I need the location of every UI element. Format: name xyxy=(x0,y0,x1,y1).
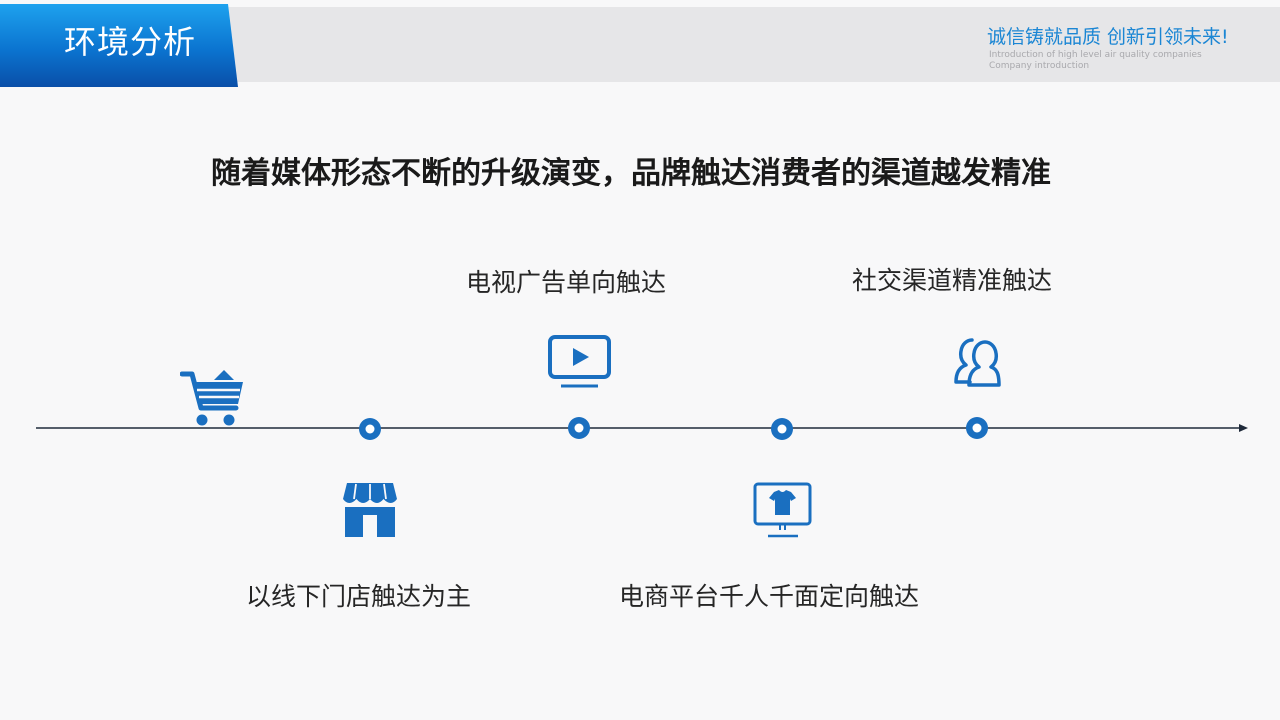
timeline-node-1 xyxy=(359,418,381,440)
slide: 环境分析 诚信铸就品质 创新引领未来! Introduction of high… xyxy=(0,0,1280,720)
shopping-cart-icon xyxy=(180,370,243,426)
stage-label-offline-store: 以线下门店触达为主 xyxy=(246,582,472,611)
users-icon xyxy=(954,338,1001,387)
timeline-node-2 xyxy=(568,417,590,439)
stage-label-ecommerce: 电商平台千人千面定向触达 xyxy=(619,582,920,611)
monitor-shirt-icon xyxy=(753,482,812,538)
timeline-node-3 xyxy=(771,418,793,440)
store-icon xyxy=(343,483,397,537)
timeline-node-4 xyxy=(966,417,988,439)
timeline-arrowhead xyxy=(1239,424,1248,432)
stage-label-tv-ads: 电视广告单向触达 xyxy=(466,268,667,297)
tv-play-icon xyxy=(548,335,611,388)
stage-label-social: 社交渠道精准触达 xyxy=(852,266,1053,295)
